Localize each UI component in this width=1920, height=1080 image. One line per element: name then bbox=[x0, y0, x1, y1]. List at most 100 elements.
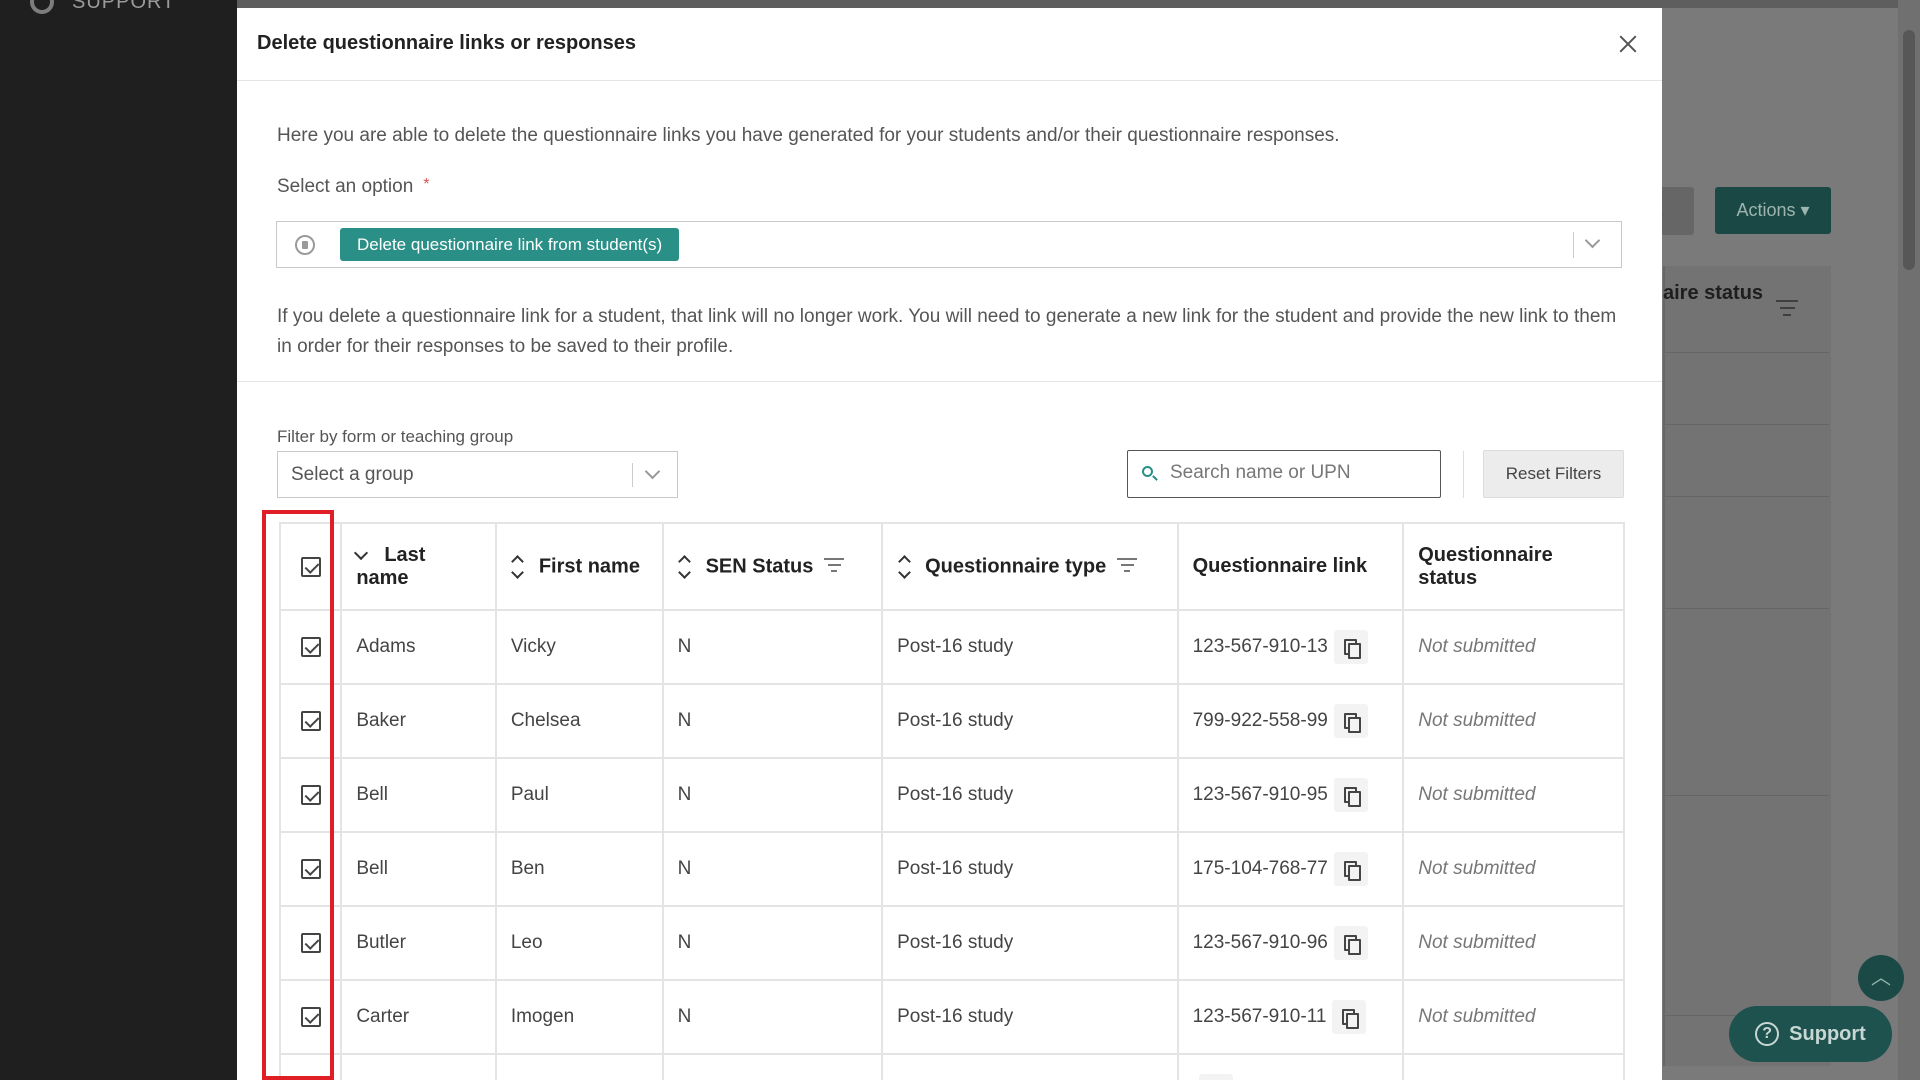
search-icon bbox=[1142, 466, 1153, 477]
questionnaire-link-text: 175-104-768-77 bbox=[1192, 858, 1328, 880]
cell-questionnaire-status bbox=[1402, 1053, 1625, 1080]
select-all-cell bbox=[278, 522, 343, 611]
copy-icon[interactable] bbox=[1333, 630, 1368, 664]
cell-questionnaire-type bbox=[881, 1053, 1179, 1080]
selected-option-tag[interactable]: Delete questionnaire link from student(s… bbox=[340, 228, 680, 261]
row-select-cell bbox=[278, 757, 343, 833]
group-select-placeholder: Select a group bbox=[291, 464, 414, 485]
cell-questionnaire-status: Not submitted bbox=[1402, 609, 1625, 685]
row-checkbox[interactable] bbox=[300, 636, 321, 657]
select-divider bbox=[632, 463, 633, 487]
support-button[interactable]: ? Support bbox=[1729, 1006, 1892, 1062]
cell-sen-status: N bbox=[661, 757, 884, 833]
sort-icon[interactable] bbox=[511, 554, 525, 579]
row-select-cell bbox=[278, 979, 343, 1055]
search-box[interactable] bbox=[1127, 450, 1441, 498]
delete-questionnaire-modal: Delete questionnaire links or responses … bbox=[237, 8, 1662, 1080]
sort-icon[interactable] bbox=[678, 554, 692, 579]
copy-icon[interactable] bbox=[1333, 704, 1368, 738]
table-row[interactable]: Bell Ben N Post-16 study 175-104-768-77 … bbox=[278, 831, 1625, 907]
table-row[interactable]: Baker Chelsea N Post-16 study 799-922-55… bbox=[278, 683, 1625, 759]
row-checkbox[interactable] bbox=[300, 710, 321, 731]
close-icon[interactable] bbox=[1616, 32, 1640, 56]
cell-sen-status: N bbox=[661, 905, 884, 981]
cell-questionnaire-status: Not submitted bbox=[1402, 979, 1625, 1055]
sidebar-item-support[interactable]: SUPPORT bbox=[30, 0, 175, 14]
copy-icon[interactable] bbox=[1333, 926, 1368, 960]
row-checkbox[interactable] bbox=[300, 1006, 321, 1027]
reset-filters-button[interactable]: Reset Filters bbox=[1483, 450, 1624, 498]
copy-icon[interactable] bbox=[1333, 778, 1368, 812]
row-checkbox[interactable] bbox=[300, 932, 321, 953]
column-sen-status[interactable]: SEN Status bbox=[661, 522, 884, 611]
group-select[interactable]: Select a group bbox=[277, 451, 678, 498]
filter-icon[interactable] bbox=[823, 557, 845, 576]
column-label: Questionnaire type bbox=[925, 554, 1107, 577]
sort-descending-icon[interactable] bbox=[354, 546, 369, 561]
questionnaire-link-text: 123-567-910-95 bbox=[1192, 784, 1328, 806]
filter-icon[interactable] bbox=[1116, 557, 1138, 576]
students-table: Last name First name SEN Status Question… bbox=[278, 522, 1625, 1080]
cell-questionnaire-status: Not submitted bbox=[1402, 757, 1625, 833]
option-select[interactable]: Delete questionnaire link from student(s… bbox=[276, 221, 1622, 268]
questionnaire-link-text: 799-922-558-99 bbox=[1192, 710, 1328, 732]
column-label: SEN Status bbox=[705, 554, 814, 577]
background-column-header: aire status bbox=[1663, 282, 1764, 304]
table-header-row: Last name First name SEN Status Question… bbox=[278, 522, 1625, 611]
table-row[interactable] bbox=[278, 1053, 1625, 1080]
background-actions-button[interactable]: Actions ▾ bbox=[1715, 187, 1831, 234]
cell-sen-status: N bbox=[661, 831, 884, 907]
cell-questionnaire-link bbox=[1176, 1053, 1405, 1080]
scrollbar-thumb[interactable] bbox=[1903, 30, 1915, 270]
cell-questionnaire-type: Post-16 study bbox=[881, 831, 1179, 907]
cell-last-name: Butler bbox=[340, 905, 497, 981]
warning-text: If you delete a questionnaire link for a… bbox=[277, 306, 1617, 357]
copy-icon[interactable] bbox=[1198, 1074, 1233, 1080]
row-select-cell bbox=[278, 1053, 343, 1080]
copy-icon[interactable] bbox=[1332, 1000, 1367, 1034]
cell-last-name: Bell bbox=[340, 757, 497, 833]
cell-questionnaire-link: 123-567-910-11 bbox=[1176, 979, 1405, 1055]
chevron-down-icon[interactable] bbox=[1584, 232, 1609, 255]
row-checkbox[interactable] bbox=[300, 858, 321, 879]
select-all-checkbox[interactable] bbox=[300, 556, 321, 577]
column-first-name[interactable]: First name bbox=[494, 522, 664, 611]
cell-questionnaire-type: Post-16 study bbox=[881, 683, 1179, 759]
sort-icon[interactable] bbox=[897, 554, 911, 579]
scroll-top-button[interactable]: ︿ bbox=[1858, 955, 1904, 1001]
table-row[interactable]: Bell Paul N Post-16 study 123-567-910-95… bbox=[278, 757, 1625, 833]
cell-sen-status: N bbox=[661, 609, 884, 685]
row-select-cell bbox=[278, 831, 343, 907]
row-select-cell bbox=[278, 905, 343, 981]
background-topbar bbox=[237, 0, 1920, 8]
table-row[interactable]: Adams Vicky N Post-16 study 123-567-910-… bbox=[278, 609, 1625, 685]
questionnaire-link-text: 123-567-910-11 bbox=[1192, 1006, 1327, 1028]
cell-last-name: Baker bbox=[340, 683, 497, 759]
background-row-divider bbox=[1663, 352, 1829, 353]
cell-questionnaire-type: Post-16 study bbox=[881, 905, 1179, 981]
questionnaire-link-text: 123-567-910-96 bbox=[1192, 932, 1328, 954]
row-checkbox[interactable] bbox=[300, 784, 321, 805]
column-last-name[interactable]: Last name bbox=[340, 522, 497, 611]
support-button-label: Support bbox=[1789, 1022, 1866, 1045]
copy-icon[interactable] bbox=[1333, 852, 1368, 886]
cell-questionnaire-type: Post-16 study bbox=[881, 979, 1179, 1055]
cell-last-name: Adams bbox=[340, 609, 497, 685]
column-label: First name bbox=[538, 554, 640, 577]
questionnaire-link-text: 123-567-910-13 bbox=[1192, 636, 1328, 658]
select-divider bbox=[1573, 232, 1574, 258]
column-questionnaire-type[interactable]: Questionnaire type bbox=[881, 522, 1179, 611]
cell-sen-status: N bbox=[661, 979, 884, 1055]
sidebar: SUPPORT bbox=[0, 0, 237, 1080]
column-label: Last name bbox=[356, 543, 426, 589]
row-select-cell bbox=[278, 609, 343, 685]
select-option-label: Select an option * bbox=[277, 176, 430, 198]
support-icon bbox=[30, 0, 54, 14]
table-row[interactable]: Butler Leo N Post-16 study 123-567-910-9… bbox=[278, 905, 1625, 981]
chevron-down-icon[interactable] bbox=[644, 463, 661, 482]
table-row[interactable]: Carter Imogen N Post-16 study 123-567-91… bbox=[278, 979, 1625, 1055]
scrollbar[interactable] bbox=[1898, 0, 1920, 1080]
select-option-label-text: Select an option bbox=[277, 176, 414, 197]
cell-first-name: Leo bbox=[494, 905, 664, 981]
search-input[interactable] bbox=[1168, 461, 1432, 485]
